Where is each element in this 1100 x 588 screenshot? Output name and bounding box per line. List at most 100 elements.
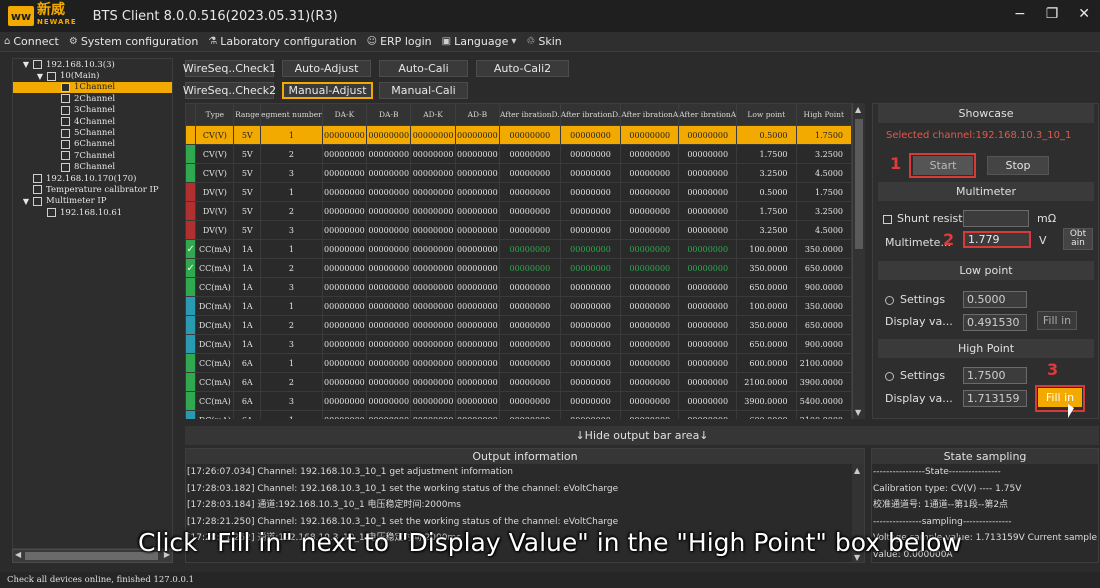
tree-node-checkbox[interactable] — [33, 60, 42, 70]
start-button[interactable]: Start — [913, 156, 973, 175]
tree-node[interactable]: 8Channel — [13, 162, 172, 173]
column-header[interactable]: AD-B — [454, 103, 501, 126]
output-scrollbar[interactable]: ▲ ▼ — [852, 464, 864, 562]
auto-cali-button[interactable]: Auto-Cali — [379, 60, 468, 77]
low-point-fill-in-button[interactable]: Fill in — [1037, 311, 1077, 330]
tree-node[interactable]: Temperature calibrator IP — [13, 184, 172, 195]
high-point-fill-in-button[interactable]: Fill in — [1038, 388, 1082, 407]
scroll-right-icon[interactable]: ▶ — [164, 550, 170, 559]
tree-node[interactable]: 192.168.10.61 — [13, 207, 172, 218]
stop-button[interactable]: Stop — [987, 156, 1049, 175]
high-point-settings-radio[interactable] — [885, 372, 894, 381]
menu-erp-login[interactable]: ☺ ERP login — [367, 35, 432, 48]
chevron-down-icon[interactable]: ▼ — [21, 60, 31, 69]
low-point-settings-radio[interactable] — [885, 296, 894, 305]
shunt-resistance-checkbox[interactable] — [883, 215, 892, 224]
column-header[interactable]: egment number — [260, 103, 323, 126]
table-row[interactable]: CV(V) 5V 1 00000000 00000000 00000000 00000000… — [185, 125, 852, 145]
scroll-down-icon[interactable]: ▼ — [854, 553, 860, 562]
tree-node[interactable]: 2Channel — [13, 93, 172, 104]
table-vertical-scrollbar[interactable]: ▲ ▼ — [852, 103, 865, 419]
scroll-down-icon[interactable]: ▼ — [855, 408, 861, 417]
tree-node[interactable]: 6Channel — [13, 139, 172, 150]
minimize-icon[interactable]: − — [1014, 6, 1026, 22]
column-header[interactable]: Type — [195, 103, 235, 126]
column-header[interactable]: After ibrationD. — [499, 103, 561, 126]
tree-horizontal-scrollbar[interactable]: ◀ ▶ — [12, 549, 173, 563]
close-icon[interactable]: ✕ — [1078, 6, 1090, 22]
obtain-button[interactable]: Obt ain — [1063, 228, 1093, 250]
scrollbar-thumb[interactable] — [25, 552, 158, 560]
tree-node-checkbox[interactable] — [61, 128, 70, 138]
tree-node-checkbox[interactable] — [61, 162, 70, 172]
table-row[interactable]: DC(mA)6A10000000000000000000000000000000… — [185, 410, 852, 419]
tree-node[interactable]: 5Channel — [13, 127, 172, 138]
tree-node[interactable]: ▼ 10(Main) — [13, 70, 172, 81]
tree-node-checkbox[interactable] — [47, 208, 56, 218]
table-row[interactable]: CV(V) 5V 2 00000000 00000000 00000000 00000000… — [185, 144, 852, 164]
tree-node[interactable]: 3Channel — [13, 105, 172, 116]
column-header[interactable]: DA-B — [366, 103, 412, 126]
tree-node-checkbox[interactable] — [61, 117, 70, 127]
menu-language[interactable]: ▣ Language ▾ — [442, 35, 517, 48]
restore-icon[interactable]: ❐ — [1046, 6, 1059, 22]
tree-node-checkbox[interactable] — [61, 105, 70, 115]
column-header[interactable] — [185, 103, 197, 126]
scroll-up-icon[interactable]: ▲ — [855, 105, 861, 114]
table-row[interactable]: CC(mA) 6A 1 00000000 00000000 00000000 0000000… — [185, 353, 852, 373]
low-point-settings-input[interactable]: 0.5000 — [963, 291, 1027, 308]
manual-cali-button[interactable]: Manual-Cali — [379, 82, 468, 99]
high-point-display-input[interactable]: 1.713159 — [963, 390, 1027, 407]
column-header[interactable]: High Point — [795, 103, 852, 126]
table-row[interactable]: CC(mA) 6A 3 00000000 00000000 00000000 0000000… — [185, 391, 852, 411]
table-row[interactable]: DC(mA) 1A 3 00000000 00000000 00000000 0000000… — [185, 334, 852, 354]
tree-node-checkbox[interactable] — [47, 71, 56, 81]
column-header[interactable]: After ibrationA — [620, 103, 680, 126]
table-row[interactable]: DC(mA) 1A 2 00000000 00000000 00000000 0000000… — [185, 315, 852, 335]
tree-node-checkbox[interactable] — [61, 151, 70, 161]
hide-output-bar-toggle[interactable]: ↓Hide output bar area↓ — [185, 426, 1099, 445]
auto-cali2-button[interactable]: Auto-Cali2 — [476, 60, 569, 77]
column-header[interactable]: AD-K — [410, 103, 456, 126]
chevron-down-icon[interactable]: ▼ — [35, 72, 45, 81]
wireseq-check2-button[interactable]: WireSeq..Check2 — [183, 82, 276, 99]
tree-node-checkbox[interactable] — [33, 196, 42, 206]
table-row[interactable]: CV(V) 5V 3 00000000 00000000 00000000 00000000… — [185, 163, 852, 183]
scroll-left-icon[interactable]: ◀ — [15, 550, 21, 559]
menu-skin[interactable]: ♲ Skin — [526, 35, 561, 48]
tree-node[interactable]: 4Channel — [13, 116, 172, 127]
table-row[interactable]: DV(V) 5V 1 00000000 00000000 00000000 00000000… — [185, 182, 852, 202]
scroll-up-icon[interactable]: ▲ — [854, 466, 860, 475]
table-row[interactable]: DC(mA) 1A 1 00000000 00000000 00000000 0000000… — [185, 296, 852, 316]
tree-node-checkbox[interactable] — [33, 185, 42, 195]
menu-connect[interactable]: ⌂ Connect — [4, 35, 59, 48]
high-point-settings-input[interactable]: 1.7500 — [963, 367, 1027, 384]
column-header[interactable]: DA-K — [321, 103, 368, 126]
tree-node-checkbox[interactable] — [61, 82, 70, 92]
multimeter-value-input[interactable]: 1.779 — [963, 231, 1031, 248]
wireseq-check1-button[interactable]: WireSeq..Check1 — [183, 60, 276, 77]
table-row[interactable]: CC(mA) 1A 3 00000000 00000000 00000000 0000000… — [185, 277, 852, 297]
low-point-display-input[interactable]: 0.491530 — [963, 314, 1027, 331]
table-row[interactable]: DV(V) 5V 3 00000000 00000000 00000000 00000000… — [185, 220, 852, 240]
device-tree[interactable]: ▼ 192.168.10.3(3) ▼ 10(Main) 1Channel 2Channe… — [12, 58, 173, 549]
auto-adjust-button[interactable]: Auto-Adjust — [282, 60, 371, 77]
table-row[interactable]: CC(mA) 6A 2 00000000 00000000 00000000 0000000… — [185, 372, 852, 392]
menu-system-configuration[interactable]: ⚙ System configuration — [69, 35, 198, 48]
chevron-down-icon[interactable]: ▼ — [21, 197, 31, 206]
tree-node[interactable]: 7Channel — [13, 150, 172, 161]
tree-node-checkbox[interactable] — [33, 174, 42, 184]
tree-node[interactable]: ▼ Multimeter IP — [13, 196, 172, 207]
column-header[interactable]: Range — [233, 103, 262, 126]
column-header[interactable]: After ibrationA — [678, 103, 738, 126]
tree-node-checkbox[interactable] — [61, 139, 70, 149]
shunt-resistance-input[interactable] — [963, 210, 1029, 227]
manual-adjust-button[interactable]: Manual-Adjust — [282, 82, 373, 99]
menu-laboratory-configuration[interactable]: ⚗ Laboratory configuration — [208, 35, 356, 48]
scrollbar-thumb[interactable] — [855, 119, 863, 249]
column-header[interactable]: Low point — [736, 103, 797, 126]
tree-node-checkbox[interactable] — [61, 94, 70, 104]
table-row[interactable]: DV(V) 5V 2 00000000 00000000 00000000 00000000… — [185, 201, 852, 221]
tree-node[interactable]: ▼ 192.168.10.3(3) — [13, 59, 172, 70]
table-row[interactable]: ✓ CC(mA) 1A 2 00000000 00000000 00000000 000000… — [185, 258, 852, 278]
